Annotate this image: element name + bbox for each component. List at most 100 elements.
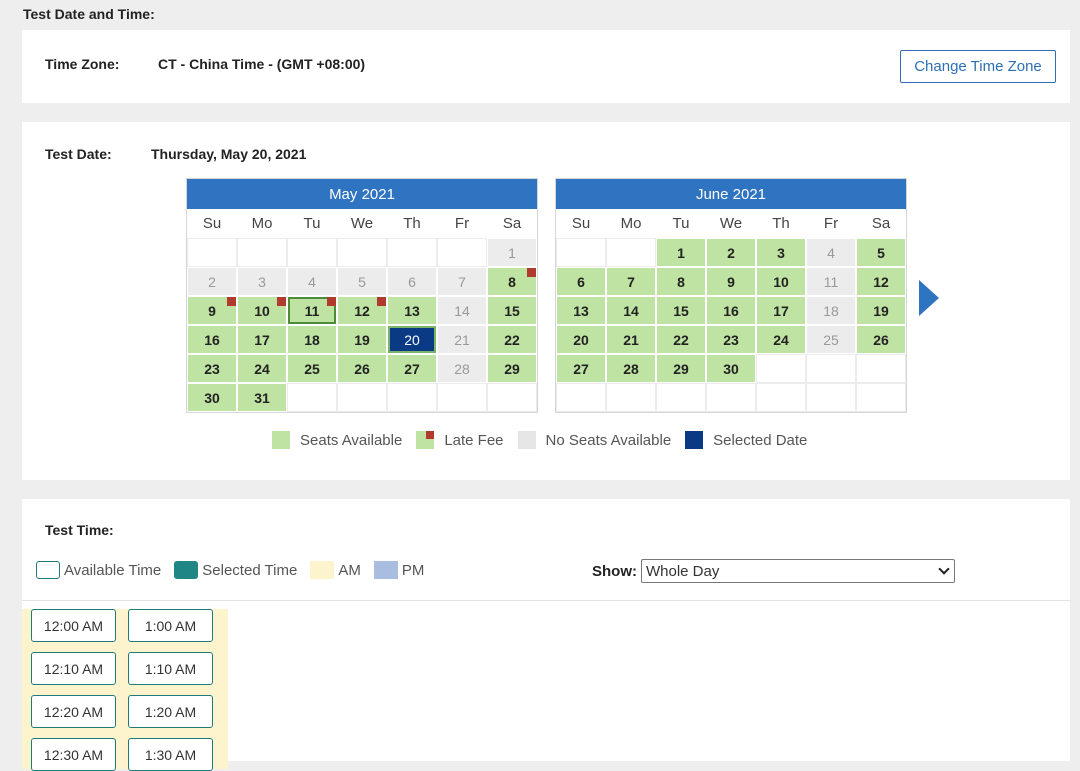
calendar-day[interactable]: 2 [706,238,756,267]
weekday-label: Fr [454,215,470,232]
day-number: 18 [304,331,320,348]
calendar-day[interactable]: 9 [706,267,756,296]
calendar-day[interactable]: 24 [756,325,806,354]
day-number: 2 [208,273,216,290]
calendar-day[interactable]: 16 [706,296,756,325]
section-title: Test Date and Time: [23,6,155,22]
calendar-empty-cell [556,383,606,412]
time-slot-button[interactable]: 12:10 AM [31,652,116,685]
test-date-label: Test Date: [45,146,112,162]
calendar-day[interactable]: 23 [706,325,756,354]
weekday-label: Sa [871,215,891,232]
show-select[interactable]: Whole Day [641,559,955,583]
calendar-day[interactable]: 18 [287,325,337,354]
calendar-day[interactable]: 27 [556,354,606,383]
calendar-day[interactable]: 12 [856,267,906,296]
calendar-day[interactable]: 29 [487,354,537,383]
legend-label: No Seats Available [545,431,672,449]
calendar-day[interactable]: 12 [337,296,387,325]
legend-label: PM [401,561,425,579]
calendar-day[interactable]: 22 [487,325,537,354]
calendar-empty-cell [437,238,487,267]
day-number: 4 [308,273,316,290]
calendar-day[interactable]: 20 [387,325,437,354]
next-month-arrow-icon[interactable] [919,280,939,316]
calendar-day[interactable]: 21 [606,325,656,354]
change-timezone-button[interactable]: Change Time Zone [900,50,1056,83]
calendar-empty-cell [437,383,487,412]
calendar-empty-cell [606,383,656,412]
time-slot-button[interactable]: 1:00 AM [128,609,213,642]
calendar-day[interactable]: 29 [656,354,706,383]
calendar-day[interactable]: 23 [187,354,237,383]
calendar-day[interactable]: 13 [556,296,606,325]
day-number: 20 [404,331,420,348]
calendar-day: 7 [437,267,487,296]
calendar-day[interactable]: 8 [656,267,706,296]
calendar-day[interactable]: 19 [856,296,906,325]
calendar-day[interactable]: 7 [606,267,656,296]
calendar-day[interactable]: 11 [287,296,337,325]
calendar-day[interactable]: 8 [487,267,537,296]
calendar-day[interactable]: 30 [187,383,237,412]
calendar-day[interactable]: 6 [556,267,606,296]
day-number: 6 [408,273,416,290]
test-time-label: Test Time: [45,522,114,538]
calendar-day: 28 [437,354,487,383]
day-number: 16 [723,302,739,319]
available-time-swatch [36,561,60,579]
calendar-day[interactable]: 26 [337,354,387,383]
calendar-day: 18 [806,296,856,325]
day-number: 3 [258,273,266,290]
calendar-day[interactable]: 24 [237,354,287,383]
time-slot-button[interactable]: 12:20 AM [31,695,116,728]
calendar-june: June 2021 Su Mo Tu We Th Fr Sa 123456789… [555,178,907,413]
calendar-day[interactable]: 5 [856,238,906,267]
time-slot-button[interactable]: 1:10 AM [128,652,213,685]
no-seats-swatch [517,431,536,449]
calendar-empty-cell [237,238,287,267]
day-number: 14 [454,302,470,319]
time-slot-button[interactable]: 12:30 AM [31,738,116,771]
calendar-empty-cell [556,238,606,267]
calendar-day[interactable]: 31 [237,383,287,412]
day-number: 26 [873,331,889,348]
late-fee-marker [227,297,236,306]
calendar-day[interactable]: 16 [187,325,237,354]
calendar-day[interactable]: 3 [756,238,806,267]
calendar-empty-cell [806,383,856,412]
calendar-empty-cell [387,238,437,267]
calendar-day[interactable]: 17 [756,296,806,325]
calendar-day[interactable]: 19 [337,325,387,354]
calendar-day[interactable]: 22 [656,325,706,354]
calendar-day[interactable]: 20 [556,325,606,354]
calendar-day[interactable]: 27 [387,354,437,383]
calendar-day[interactable]: 10 [237,296,287,325]
calendar-day[interactable]: 1 [656,238,706,267]
calendar-day: 4 [287,267,337,296]
calendar-day[interactable]: 28 [606,354,656,383]
selected-time-swatch [174,561,199,579]
weekday-label: Tu [303,215,321,232]
calendar-day: 6 [387,267,437,296]
weekday-row: Su Mo Tu We Th Fr Sa [556,209,906,238]
calendar-day[interactable]: 26 [856,325,906,354]
day-number: 16 [204,331,220,348]
calendar-day[interactable]: 25 [287,354,337,383]
time-slot-button[interactable]: 12:00 AM [31,609,116,642]
calendar-day[interactable]: 15 [656,296,706,325]
calendar-day[interactable]: 30 [706,354,756,383]
time-slot-button[interactable]: 1:20 AM [128,695,213,728]
calendar-day[interactable]: 17 [237,325,287,354]
calendar-empty-cell [337,238,387,267]
weekday-label: Th [403,215,421,232]
calendar-day[interactable]: 9 [187,296,237,325]
day-number: 28 [623,360,639,377]
time-slot-button[interactable]: 1:30 AM [128,738,213,771]
day-number: 17 [254,331,270,348]
calendar-day[interactable]: 13 [387,296,437,325]
calendar-day[interactable]: 14 [606,296,656,325]
calendar-day[interactable]: 10 [756,267,806,296]
day-number: 13 [404,302,420,319]
calendar-day[interactable]: 15 [487,296,537,325]
